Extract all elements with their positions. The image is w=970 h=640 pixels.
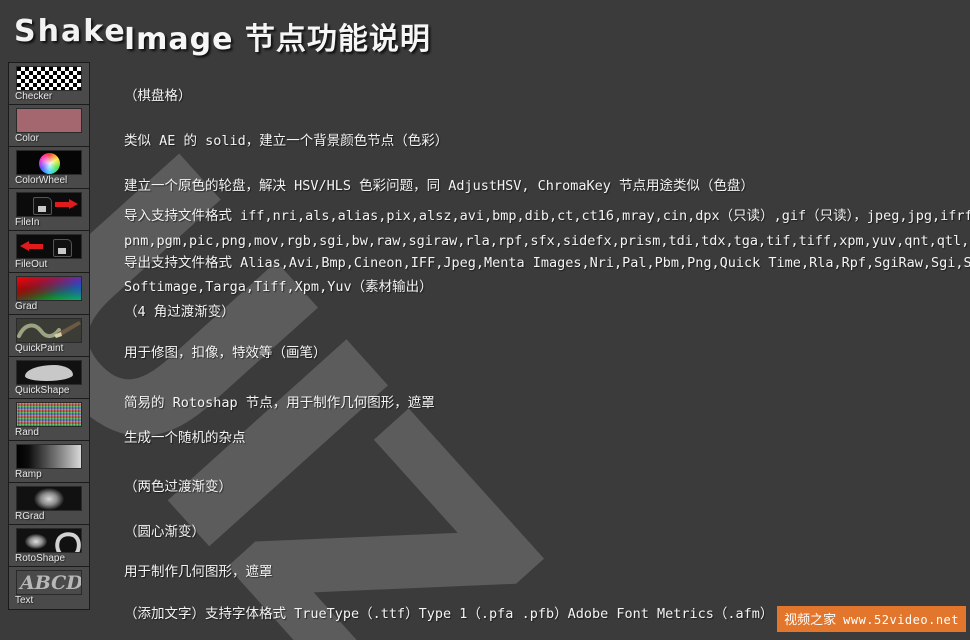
node-item-fileout[interactable]: FileOut: [9, 231, 89, 273]
description-checker: （棋盘格）: [124, 88, 192, 104]
node-label: RotoShape: [15, 553, 66, 564]
description-fileout-1: 导出支持文件格式 Alias,Avi,Bmp,Cineon,IFF,Jpeg,M…: [124, 255, 970, 271]
node-label: Ramp: [15, 469, 42, 480]
node-label: QuickPaint: [15, 343, 64, 354]
checker-thumbnail-icon: [16, 66, 82, 91]
shape-blob: [25, 365, 73, 381]
color-wheel-thumbnail-icon: [16, 150, 82, 175]
node-item-color[interactable]: Color: [9, 105, 89, 147]
roto-shape-thumbnail-icon: [16, 528, 82, 553]
description-filein-2: pnm,pgm,pic,png,mov,rgb,sgi,bw,raw,sgira…: [124, 233, 970, 249]
radial-gradient-thumbnail-icon: [16, 486, 82, 511]
ramp-thumbnail-icon: [16, 444, 82, 469]
description-quickshape: 简易的 Rotoshap 节点，用于制作几何图形，遮罩: [124, 395, 435, 411]
site-name-label: 视频之家: [784, 613, 837, 628]
site-watermark-badge[interactable]: 视频之家 www.52video.net: [777, 606, 966, 632]
node-label: FileOut: [15, 259, 48, 270]
node-item-rotoshape[interactable]: RotoShape: [9, 525, 89, 567]
node-palette-sidebar[interactable]: Checker Color ColorWheel FileIn FileOut …: [8, 62, 90, 610]
site-url-label: www.52video.net: [843, 613, 959, 627]
description-quickpaint: 用于修图，扣像，特效等（画笔）: [124, 345, 327, 361]
description-color: 类似 AE 的 solid，建立一个背景颜色节点（色彩）: [124, 133, 449, 149]
node-item-rand[interactable]: Rand: [9, 399, 89, 441]
text-thumbnail-icon: ABCDE: [16, 570, 82, 595]
node-label: ColorWheel: [15, 175, 68, 186]
node-label: Color: [15, 133, 39, 144]
gradient-thumbnail-icon: [16, 276, 82, 301]
page-title: Image 节点功能说明: [124, 22, 431, 57]
description-fileout-2: Softimage,Targa,Tiff,Xpm,Yuv（素材输出）: [124, 279, 433, 295]
description-rotoshape: 用于制作几何图形，遮罩: [124, 564, 273, 580]
description-rand: 生成一个随机的杂点: [124, 430, 246, 446]
node-item-grad[interactable]: Grad: [9, 273, 89, 315]
node-label: Checker: [15, 91, 53, 102]
node-item-quickpaint[interactable]: QuickPaint: [9, 315, 89, 357]
node-label: QuickShape: [15, 385, 70, 396]
quick-paint-thumbnail-icon: [16, 318, 82, 343]
page-header: Shake Image 节点功能说明: [0, 0, 970, 58]
text-sample-glyphs: ABCDE: [20, 572, 82, 594]
node-label: Grad: [15, 301, 38, 312]
arrow-left-icon: [20, 241, 43, 251]
arrow-right-icon: [55, 199, 78, 209]
node-item-ramp[interactable]: Ramp: [9, 441, 89, 483]
node-item-filein[interactable]: FileIn: [9, 189, 89, 231]
random-noise-thumbnail-icon: [16, 402, 82, 427]
description-grad: （4 角过渡渐变）: [124, 304, 235, 320]
color-swatch-thumbnail-icon: [16, 108, 82, 133]
disk-icon: [33, 197, 52, 215]
roto-ring: [51, 529, 81, 552]
node-item-text[interactable]: ABCDE Text: [9, 567, 89, 609]
node-label: FileIn: [15, 217, 40, 228]
disk-icon: [53, 239, 72, 257]
node-item-rgrad[interactable]: RGrad: [9, 483, 89, 525]
description-filein-1: 导入支持文件格式 iff,nri,als,alias,pix,alsz,avi,…: [124, 208, 970, 224]
node-label: RGrad: [15, 511, 45, 522]
description-rgrad: （圆心渐变）: [124, 524, 205, 540]
soft-blob: [25, 534, 47, 549]
description-colorwheel: 建立一个原色的轮盘，解决 HSV/HLS 色彩问题，同 AdjustHSV, C…: [124, 178, 754, 194]
quick-shape-thumbnail-icon: [16, 360, 82, 385]
description-ramp: （两色过渡渐变）: [124, 479, 232, 495]
node-item-checker[interactable]: Checker: [9, 63, 89, 105]
radial-glow: [34, 487, 64, 510]
node-label: Text: [15, 595, 34, 606]
description-text: （添加文字）支持字体格式 TrueType（.ttf）Type 1（.pfa .…: [124, 606, 774, 622]
node-label: Rand: [15, 427, 39, 438]
file-in-thumbnail-icon: [16, 192, 82, 217]
node-item-quickshape[interactable]: QuickShape: [9, 357, 89, 399]
shake-image-nodes-reference-page: UIZero Shake Image 节点功能说明 Checker Color …: [0, 0, 970, 640]
file-out-thumbnail-icon: [16, 234, 82, 259]
node-item-colorwheel[interactable]: ColorWheel: [9, 147, 89, 189]
paint-brush-icon: [17, 321, 81, 339]
app-name-label: Shake: [14, 14, 127, 49]
color-wheel-disc: [39, 152, 60, 174]
